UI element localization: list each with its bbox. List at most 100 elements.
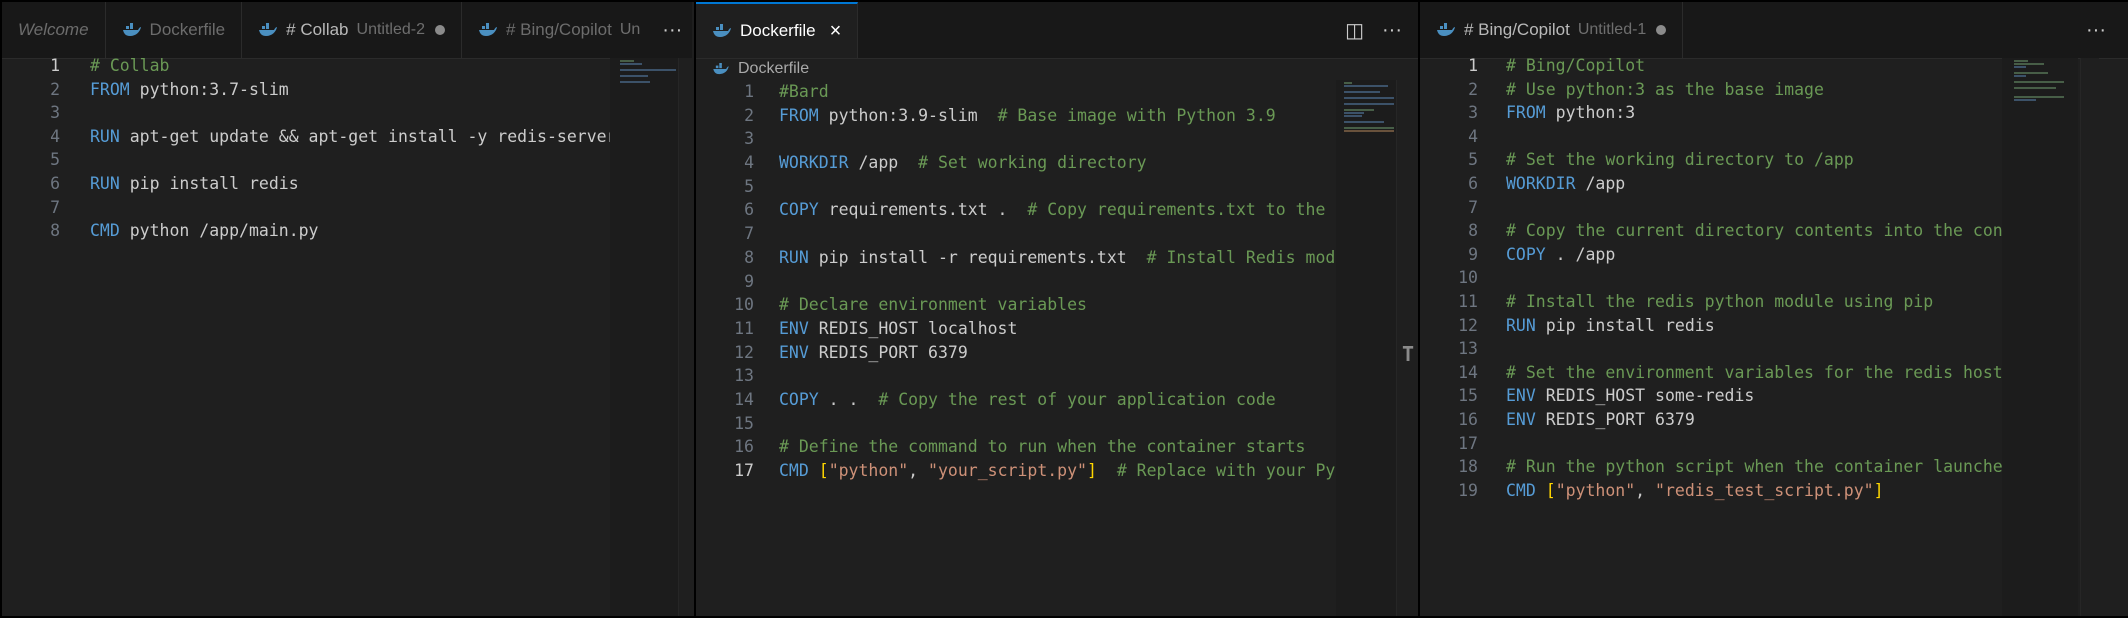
line-number: 15 bbox=[1458, 386, 1478, 406]
tab-actions: ··· bbox=[656, 2, 692, 58]
more-actions-icon[interactable]: ··· bbox=[1382, 19, 1402, 42]
code-token: REDIS_HOST localhost bbox=[808, 318, 1018, 338]
line-number: 11 bbox=[734, 318, 754, 338]
code-editor[interactable]: 1 # Collab 2 FROM python:3.7-slim 3 4 RUN apt-… bbox=[2, 54, 692, 243]
line-number: 6 bbox=[1468, 173, 1478, 193]
code-line[interactable]: 6 COPY requirements.txt . # Copy requirem… bbox=[696, 198, 1418, 222]
code-token: COPY bbox=[779, 389, 819, 409]
line-text: CMD ["python", "redis_test_script.py"] bbox=[1506, 479, 1884, 503]
line-number: 14 bbox=[1458, 362, 1478, 382]
code-line[interactable]: 3 bbox=[2, 101, 692, 125]
line-text: FROM python:3.9-slim # Base image with P… bbox=[779, 104, 1276, 128]
code-line[interactable]: 2 FROM python:3.7-slim bbox=[2, 78, 692, 102]
code-token: REDIS_HOST some-redis bbox=[1535, 386, 1755, 406]
code-line[interactable]: 11 ENV REDIS_HOST localhost bbox=[696, 317, 1418, 341]
tab-bar: # Bing/Copilot Untitled-1 ··· bbox=[1420, 2, 2128, 59]
line-text: RUN pip install -r requirements.txt # In… bbox=[779, 246, 1355, 270]
code-token: RUN bbox=[90, 126, 120, 146]
line-number: 1 bbox=[744, 82, 754, 101]
breadcrumb[interactable]: Dockerfile bbox=[696, 58, 1418, 80]
vertical-scrollbar[interactable] bbox=[2080, 58, 2099, 616]
more-actions-icon[interactable]: ··· bbox=[662, 19, 682, 42]
code-line[interactable]: 3 bbox=[696, 127, 1418, 151]
line-number: 9 bbox=[744, 271, 754, 291]
tab-dockerfile-active[interactable]: Dockerfile × bbox=[696, 2, 859, 58]
code-token: "your_script.py" bbox=[928, 461, 1087, 480]
line-text: CMD python /app/main.py bbox=[90, 219, 319, 243]
close-icon[interactable]: × bbox=[830, 21, 842, 41]
line-text: # Collab bbox=[90, 54, 169, 78]
tab-dockerfile[interactable]: Dockerfile bbox=[106, 2, 243, 58]
tab-bar: Welcome Dockerfile # Collab Untitled-2 #… bbox=[2, 2, 692, 59]
tab-sublabel: Un bbox=[619, 21, 641, 38]
tab-collab[interactable]: # Collab Untitled-2 bbox=[242, 2, 462, 58]
code-line[interactable]: 13 bbox=[696, 364, 1418, 388]
breadcrumb-file[interactable]: Dockerfile bbox=[738, 60, 809, 78]
code-token: FROM bbox=[779, 105, 819, 125]
tab-label: # Collab bbox=[286, 20, 349, 39]
code-line[interactable]: 14 COPY . . # Copy the rest of your appli… bbox=[696, 388, 1418, 412]
code-token: # Set the working directory to /app bbox=[1506, 150, 1854, 170]
code-line[interactable]: 16 # Define the command to run when the c… bbox=[696, 435, 1418, 459]
line-text: RUN apt-get update && apt-get install -y… bbox=[90, 125, 617, 149]
vertical-scrollbar[interactable] bbox=[678, 58, 692, 616]
text-cursor-icon: T bbox=[1402, 342, 1415, 366]
code-token: COPY bbox=[1506, 244, 1546, 264]
code-token: # Declare environment variables bbox=[779, 295, 1087, 315]
docker-icon bbox=[122, 23, 141, 36]
line-text: RUN pip install redis bbox=[90, 172, 299, 196]
line-text: ENV REDIS_HOST some-redis bbox=[1506, 384, 1754, 408]
line-number: 3 bbox=[744, 129, 754, 149]
code-line[interactable]: 5 bbox=[696, 175, 1418, 199]
code-line[interactable]: 4 RUN apt-get update && apt-get install -… bbox=[2, 125, 692, 149]
code-token: CMD bbox=[1506, 480, 1536, 500]
tab-sublabel: Untitled-2 bbox=[356, 21, 425, 38]
code-line[interactable]: 7 bbox=[2, 196, 692, 220]
code-line[interactable]: 2 FROM python:3.9-slim # Base image with … bbox=[696, 104, 1418, 128]
line-text: COPY requirements.txt . # Copy requireme… bbox=[779, 198, 1355, 222]
code-line[interactable]: 7 bbox=[696, 222, 1418, 246]
code-line[interactable]: 1 #Bard bbox=[696, 80, 1418, 104]
code-line[interactable]: 6 RUN pip install redis bbox=[2, 172, 692, 196]
code-line[interactable]: 4 WORKDIR /app # Set working directory bbox=[696, 151, 1418, 175]
code-line[interactable]: 10 # Declare environment variables bbox=[696, 293, 1418, 317]
split-editor-icon[interactable]: ◫ bbox=[1345, 18, 1364, 43]
line-text: WORKDIR /app # Set working directory bbox=[779, 151, 1147, 175]
line-text: RUN pip install redis bbox=[1506, 314, 1715, 338]
code-token: ENV bbox=[779, 342, 809, 362]
line-number: 3 bbox=[50, 103, 60, 123]
line-number: 4 bbox=[744, 153, 754, 173]
code-token: pip install redis bbox=[1535, 315, 1715, 335]
minimap[interactable] bbox=[610, 58, 678, 616]
line-number: 1 bbox=[1468, 56, 1478, 75]
tab-bing-copilot[interactable]: # Bing/Copilot Untitled-1 bbox=[1420, 2, 1684, 58]
code-token: pip install -r requirements.txt bbox=[808, 247, 1147, 267]
more-actions-icon[interactable]: ··· bbox=[2086, 19, 2106, 42]
code-line[interactable]: 1 # Collab bbox=[2, 54, 692, 78]
code-line[interactable]: 12 ENV REDIS_PORT 6379 bbox=[696, 341, 1418, 365]
line-number: 4 bbox=[1468, 126, 1478, 146]
code-line[interactable]: 17 CMD ["python", "your_script.py"] # Rep… bbox=[696, 459, 1418, 483]
line-number: 5 bbox=[1468, 150, 1478, 170]
code-line[interactable]: 5 bbox=[2, 148, 692, 172]
code-line[interactable]: 8 RUN pip install -r requirements.txt # I… bbox=[696, 246, 1418, 270]
line-text: # Bing/Copilot bbox=[1506, 54, 1645, 78]
minimap[interactable] bbox=[1336, 80, 1396, 616]
line-number: 8 bbox=[50, 221, 60, 241]
code-token: "python" bbox=[1555, 480, 1636, 500]
line-text: COPY . /app bbox=[1506, 243, 1615, 267]
code-token: /app bbox=[1575, 173, 1626, 193]
code-line[interactable]: 8 CMD python /app/main.py bbox=[2, 219, 692, 243]
code-line[interactable]: 9 bbox=[696, 270, 1418, 294]
line-number: 6 bbox=[744, 200, 754, 220]
tab-sublabel: Untitled-1 bbox=[1577, 21, 1647, 38]
code-editor[interactable]: 1 #Bard 2 FROM python:3.9-slim # Base image… bbox=[696, 80, 1418, 483]
tab-bing-copilot[interactable]: # Bing/Copilot Un bbox=[462, 2, 656, 58]
line-text: #Bard bbox=[779, 80, 829, 104]
line-number: 16 bbox=[734, 437, 754, 457]
docker-icon bbox=[713, 63, 729, 75]
minimap[interactable] bbox=[2002, 58, 2078, 616]
code-line[interactable]: 15 bbox=[696, 412, 1418, 436]
tab-welcome[interactable]: Welcome bbox=[2, 2, 106, 58]
docker-icon bbox=[1437, 23, 1455, 36]
